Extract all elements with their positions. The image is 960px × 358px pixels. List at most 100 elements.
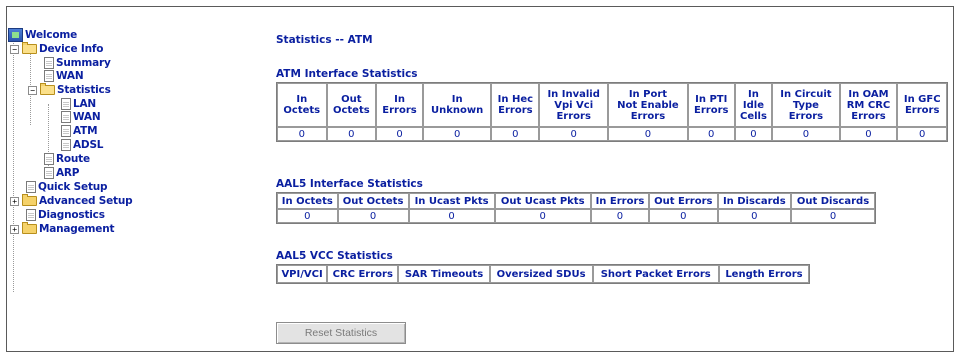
- reset-statistics-button[interactable]: Reset Statistics: [276, 322, 406, 344]
- aal5-interface-table: In Octets Out Octets In Ucast Pkts Out Ucas…: [276, 192, 876, 224]
- tree-item-summary[interactable]: Summary: [42, 56, 111, 70]
- column-header-line: Errors: [556, 110, 591, 122]
- tree-label: Device Info: [39, 43, 104, 55]
- page-icon: [61, 98, 71, 110]
- column-header-line: Vpi Vci: [554, 99, 594, 111]
- column-header: In Errors: [376, 83, 423, 127]
- page-title: Statistics -- ATM: [276, 34, 373, 46]
- table-cell-value: 0: [687, 127, 735, 141]
- tree-item-stats-wan[interactable]: WAN: [59, 110, 101, 124]
- column-header: In Invalid Vpi Vci Errors: [539, 83, 609, 127]
- table-cell-value: 0: [897, 127, 947, 141]
- tree-item-diagnostics[interactable]: Diagnostics: [24, 208, 105, 222]
- page-icon: [44, 167, 54, 179]
- tree-item-stats-lan[interactable]: LAN: [59, 97, 96, 111]
- column-header: In Errors: [590, 193, 649, 209]
- tree-item-welcome[interactable]: Welcome: [8, 28, 77, 42]
- table-cell-value: 0: [839, 127, 898, 141]
- page-icon: [44, 70, 54, 82]
- expand-icon[interactable]: +: [10, 197, 19, 206]
- table-cell-value: 0: [326, 127, 377, 141]
- column-header-line: In: [748, 88, 759, 100]
- column-header: In Hec Errors: [491, 83, 540, 127]
- column-header: In PTI Errors: [687, 83, 735, 127]
- page-icon: [44, 153, 54, 165]
- folder-icon: [22, 222, 37, 234]
- column-header: In Discards: [717, 193, 792, 209]
- column-header: Out Ucast Pkts: [494, 193, 591, 209]
- tree-line: [13, 40, 14, 292]
- column-header-line: Octets: [332, 105, 370, 116]
- page-icon: [61, 139, 71, 151]
- column-header-line: In GFC: [903, 94, 941, 105]
- tree-item-statistics[interactable]: − Statistics: [28, 83, 111, 97]
- column-header-line: In Invalid: [547, 88, 600, 100]
- column-header-line: Errors: [498, 105, 533, 116]
- column-header-line: Out: [341, 94, 362, 105]
- tree-label: WAN: [56, 70, 84, 82]
- folder-open-icon: [22, 42, 37, 54]
- column-header: In GFC Errors: [897, 83, 947, 127]
- column-header-line: In Port: [628, 88, 668, 100]
- tree-label: WAN: [73, 111, 101, 123]
- column-header-line: Errors: [788, 110, 824, 122]
- column-header-line: Idle: [742, 99, 764, 111]
- column-header-line: In OAM: [848, 88, 889, 100]
- aal5-interface-title: AAL5 Interface Statistics: [276, 178, 423, 190]
- tree-label: Summary: [56, 57, 111, 69]
- column-header-line: Not Enable: [617, 99, 679, 111]
- tree-item-stats-atm[interactable]: ATM: [59, 124, 98, 138]
- atm-interface-title: ATM Interface Statistics: [276, 68, 418, 80]
- column-header-line: Octets: [283, 105, 321, 116]
- expand-icon[interactable]: +: [10, 225, 19, 234]
- table-cell-value: 0: [772, 127, 840, 141]
- column-header-line: Unknown: [431, 105, 484, 116]
- tree-item-stats-adsl[interactable]: ADSL: [59, 138, 103, 152]
- table-header-row: VPI/VCI CRC Errors SAR Timeouts Oversized S…: [277, 265, 809, 283]
- globe-icon: [8, 28, 23, 42]
- collapse-icon[interactable]: −: [28, 86, 37, 95]
- atm-interface-table: In Octets Out Octets In Errors In Unknown In Hec…: [276, 82, 948, 142]
- tree-label: LAN: [73, 98, 97, 110]
- column-header-line: Cells: [739, 110, 767, 122]
- table-cell-value: 0: [494, 209, 591, 223]
- table-cell-value: 0: [376, 127, 423, 141]
- column-header-line: In: [394, 94, 405, 105]
- column-header: In Octets: [277, 83, 327, 127]
- table-cell-value: 0: [539, 127, 609, 141]
- column-header-line: RM CRC: [846, 99, 891, 111]
- tree-item-route[interactable]: Route: [42, 152, 90, 166]
- collapse-icon[interactable]: −: [10, 45, 19, 54]
- aal5-vcc-title: AAL5 VCC Statistics: [276, 250, 393, 262]
- tree-item-quick-setup[interactable]: Quick Setup: [24, 180, 108, 194]
- page-frame: [6, 6, 954, 352]
- tree-item-advanced-setup[interactable]: + Advanced Setup: [10, 194, 133, 208]
- tree-item-arp[interactable]: ARP: [42, 166, 80, 180]
- table-cell-value: 0: [649, 209, 718, 223]
- column-header: Out Octets: [326, 83, 377, 127]
- tree-label: Welcome: [25, 29, 78, 41]
- table-cell-value: 0: [791, 209, 875, 223]
- column-header-line: In Circuit: [780, 88, 832, 100]
- column-header: In Unknown: [422, 83, 492, 127]
- tree-item-device-info[interactable]: − Device Info: [10, 42, 104, 56]
- tree-item-wan[interactable]: WAN: [42, 69, 84, 83]
- column-header: Oversized SDUs: [489, 265, 593, 283]
- column-header-line: Errors: [630, 110, 666, 122]
- column-header: VPI/VCI: [277, 265, 328, 283]
- column-header: In OAM RM CRC Errors: [839, 83, 898, 127]
- column-header: CRC Errors: [327, 265, 399, 283]
- tree-label: ARP: [56, 167, 80, 179]
- table-cell-value: 0: [408, 209, 495, 223]
- table-cell-value: 0: [590, 209, 649, 223]
- column-header: Length Errors: [718, 265, 809, 283]
- column-header: In Port Not Enable Errors: [608, 83, 688, 127]
- tree-item-management[interactable]: + Management: [10, 222, 114, 236]
- column-header: In Octets: [277, 193, 338, 209]
- page-icon: [61, 125, 71, 137]
- folder-icon: [22, 194, 37, 206]
- column-header: In Ucast Pkts: [408, 193, 495, 209]
- table-cell-value: 0: [277, 209, 338, 223]
- table-cell-value: 0: [608, 127, 688, 141]
- page-icon: [44, 57, 54, 69]
